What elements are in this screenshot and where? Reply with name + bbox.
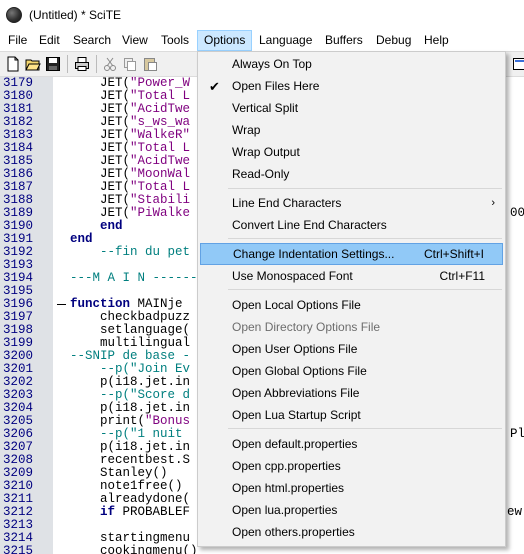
menu-debug[interactable]: Debug: [370, 30, 417, 51]
menu-item-read-only[interactable]: Read-Only: [200, 163, 503, 185]
menu-item-open-others-properties[interactable]: Open others.properties: [200, 521, 503, 543]
menu-item-open-lua-startup-script[interactable]: Open Lua Startup Script: [200, 404, 503, 426]
menu-item-use-monospaced-font[interactable]: Use Monospaced Font Ctrl+F11: [200, 265, 503, 287]
code-text: ---M A I N ------: [70, 271, 198, 285]
menu-item-open-default-properties[interactable]: Open default.properties: [200, 433, 503, 455]
menu-item-always-on-top[interactable]: Always On Top: [200, 53, 503, 75]
code-text: end: [100, 219, 123, 233]
menu-item-label: Open cpp.properties: [232, 459, 341, 473]
menu-edit[interactable]: Edit: [33, 30, 66, 51]
open-folder-icon[interactable]: [25, 56, 41, 72]
menu-item-wrap-output[interactable]: Wrap Output: [200, 141, 503, 163]
copy-icon[interactable]: [122, 56, 138, 72]
menu-view[interactable]: View: [116, 30, 154, 51]
print-icon[interactable]: [74, 56, 90, 72]
menu-item-label: Open Abbreviations File: [232, 386, 360, 400]
line-number: 3215: [3, 544, 34, 554]
code-text: end: [70, 232, 93, 246]
submenu-chevron-right-icon: ›: [491, 197, 495, 209]
checkmark-icon: ✔: [209, 79, 220, 94]
menu-item-open-global-options-file[interactable]: Open Global Options File: [200, 360, 503, 382]
menu-item-label: Convert Line End Characters: [232, 218, 387, 232]
menu-search[interactable]: Search: [67, 30, 117, 51]
code-text: if PROBABLEF: [100, 505, 191, 519]
menu-options[interactable]: Options: [197, 30, 253, 51]
menu-item-wrap[interactable]: Wrap: [200, 119, 503, 141]
menu-item-label: Wrap: [232, 123, 261, 137]
menu-item-label: Open html.properties: [232, 481, 345, 495]
scite-app-icon: [6, 7, 22, 23]
cut-icon[interactable]: [102, 56, 118, 72]
menu-item-label: Open Lua Startup Script: [232, 408, 361, 422]
menu-item-label: Open User Options File: [232, 342, 358, 356]
menu-item-shortcut: Ctrl+Shift+I: [423, 247, 484, 261]
toolbar-overflow-icon[interactable]: [512, 56, 524, 72]
menu-item-label: Change Indentation Settings...: [233, 247, 395, 261]
menu-item-convert-line-end-characters[interactable]: Convert Line End Characters: [200, 214, 503, 236]
menu-item-label: Open Directory Options File: [232, 320, 381, 334]
menu-tools[interactable]: Tools: [155, 30, 195, 51]
menu-item-line-end-characters[interactable]: Line End Characters ›: [200, 192, 503, 214]
new-file-icon[interactable]: [5, 56, 21, 72]
menu-item-label: Open lua.properties: [232, 503, 338, 517]
menu-item-change-indentation-settings[interactable]: Change Indentation Settings... Ctrl+Shift…: [200, 243, 503, 265]
menu-bar: File Edit Search View Tools Options Lang…: [0, 30, 524, 51]
menu-item-label: Use Monospaced Font: [232, 269, 353, 283]
menu-item-open-abbreviations-file[interactable]: Open Abbreviations File: [200, 382, 503, 404]
menu-item-shortcut: Ctrl+F11: [439, 269, 485, 283]
toolbar-separator: [67, 55, 68, 73]
menu-item-label: Wrap Output: [232, 145, 300, 159]
menu-item-label: Line End Characters: [232, 196, 342, 210]
fold-collapse-icon[interactable]: [57, 304, 66, 305]
menu-item-open-local-options-file[interactable]: Open Local Options File: [200, 294, 503, 316]
menu-help[interactable]: Help: [418, 30, 455, 51]
menu-item-label: Read-Only: [232, 167, 290, 181]
menu-item-open-html-properties[interactable]: Open html.properties: [200, 477, 503, 499]
menu-item-open-cpp-properties[interactable]: Open cpp.properties: [200, 455, 503, 477]
options-menu-dropdown: Always On Top ✔ Open Files Here Vertical Sp…: [197, 51, 506, 547]
menu-item-label: Open Local Options File: [232, 298, 361, 312]
menu-item-open-lua-properties[interactable]: Open lua.properties: [200, 499, 503, 521]
menu-item-label: Always On Top: [232, 57, 312, 71]
window-title: (Untitled) * SciTE: [29, 8, 122, 22]
code-fragment: 001: [510, 206, 524, 220]
code-fragment: ew: [507, 505, 523, 519]
menu-item-label: Open Files Here: [232, 79, 320, 93]
title-bar: (Untitled) * SciTE: [0, 0, 524, 30]
menu-buffers[interactable]: Buffers: [319, 30, 369, 51]
menu-separator: [228, 188, 502, 189]
menu-item-open-user-options-file[interactable]: Open User Options File: [200, 338, 503, 360]
code-fragment: Pl: [510, 427, 524, 441]
menu-item-open-files-here[interactable]: ✔ Open Files Here: [200, 75, 503, 97]
menu-item-label: Open others.properties: [232, 525, 355, 539]
menu-item-label: Open default.properties: [232, 437, 358, 451]
menu-file[interactable]: File: [2, 30, 33, 51]
menu-item-label: Vertical Split: [232, 101, 299, 115]
save-icon[interactable]: [45, 56, 61, 72]
menu-language[interactable]: Language: [253, 30, 318, 51]
menu-separator: [228, 289, 502, 290]
paste-icon[interactable]: [142, 56, 158, 72]
menu-item-label: Open Global Options File: [232, 364, 367, 378]
menu-separator: [228, 238, 502, 239]
menu-separator: [228, 428, 502, 429]
code-text: cookingmenu(): [100, 544, 198, 554]
menu-item-vertical-split[interactable]: Vertical Split: [200, 97, 503, 119]
code-text: --fin du pet: [100, 245, 191, 259]
toolbar-separator: [96, 55, 97, 73]
menu-item-open-directory-options-file: Open Directory Options File: [200, 316, 503, 338]
